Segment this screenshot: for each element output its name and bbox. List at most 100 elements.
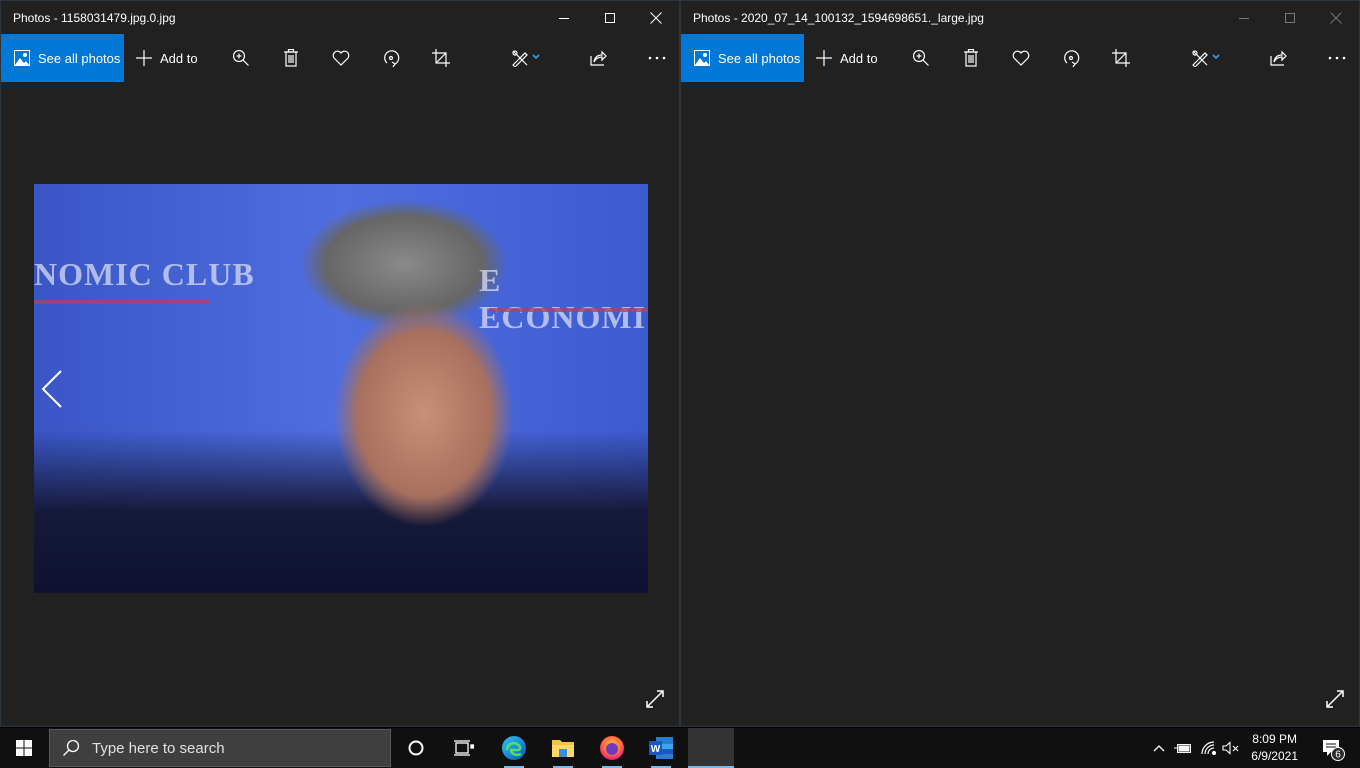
see-all-photos-label: See all photos (718, 50, 801, 66)
file-explorer-icon (552, 740, 574, 757)
backdrop-text: NOMIC CLUB (34, 256, 255, 292)
see-all-photos-label: See all photos (38, 50, 121, 66)
cortana-icon (408, 740, 424, 756)
edge-icon (502, 736, 526, 760)
minimize-button[interactable] (541, 1, 587, 34)
share-icon (1269, 49, 1287, 67)
zoom-button[interactable] (901, 34, 941, 82)
plus-icon (136, 50, 152, 66)
taskbar-app-edge[interactable] (494, 728, 534, 768)
taskbar-app-word[interactable]: W (641, 728, 681, 768)
clock[interactable]: 8:09 PM 6/9/2021 (1251, 731, 1298, 765)
photo-gallery-icon (14, 50, 30, 66)
task-view-icon (454, 740, 474, 756)
close-button[interactable] (1313, 1, 1359, 34)
taskbar-app-firefox[interactable] (592, 728, 632, 768)
photos-window-left: Photos - 1158031479.jpg.0.jpg See all pho… (0, 0, 680, 727)
wifi-icon (1201, 741, 1217, 755)
add-to-button[interactable]: Add to (816, 34, 878, 82)
add-to-button[interactable]: Add to (136, 34, 198, 82)
notification-icon: 6 (1323, 740, 1345, 761)
edit-and-create-button[interactable] (506, 34, 546, 82)
rotate-icon (1062, 49, 1080, 67)
favorite-button[interactable] (321, 34, 361, 82)
add-to-label: Add to (160, 50, 198, 66)
chevron-up-icon (1153, 745, 1165, 752)
crop-icon (432, 49, 450, 67)
see-all-photos-button[interactable]: See all photos (1, 34, 124, 82)
search-placeholder: Type here to search (92, 739, 225, 757)
share-icon (589, 49, 607, 67)
minimize-button[interactable] (1221, 1, 1267, 34)
crop-button[interactable] (421, 34, 461, 82)
heart-icon (332, 50, 350, 66)
maximize-button[interactable] (587, 1, 633, 34)
add-to-label: Add to (840, 50, 878, 66)
favorite-button[interactable] (1001, 34, 1041, 82)
maximize-icon (1285, 12, 1295, 23)
window-title: Photos - 2020_07_14_100132_1594698651._l… (693, 11, 984, 25)
more-icon (1328, 56, 1346, 60)
cortana-button[interactable] (396, 728, 436, 768)
volume-muted-icon (1222, 741, 1239, 755)
edit-create-icon (511, 49, 541, 67)
displayed-photo[interactable]: NOMIC CLUB E ECONOMI (34, 184, 648, 593)
zoom-in-icon (232, 49, 250, 67)
action-center-button[interactable]: 6 (1312, 728, 1352, 768)
previous-photo-button[interactable] (41, 369, 65, 414)
volume-button[interactable] (1220, 728, 1242, 768)
chevron-left-icon (41, 370, 62, 408)
clock-date: 6/9/2021 (1251, 749, 1298, 763)
expand-icon (646, 690, 664, 708)
more-button[interactable] (637, 34, 677, 82)
crop-button[interactable] (1101, 34, 1141, 82)
rotate-button[interactable] (1051, 34, 1091, 82)
rotate-button[interactable] (371, 34, 411, 82)
share-button[interactable] (578, 34, 618, 82)
close-icon (1330, 11, 1342, 24)
full-screen-button[interactable] (645, 689, 665, 714)
maximize-button[interactable] (1267, 1, 1313, 34)
see-all-photos-button[interactable]: See all photos (681, 34, 804, 82)
title-bar[interactable]: Photos - 1158031479.jpg.0.jpg (1, 1, 679, 34)
show-hidden-icons-button[interactable] (1148, 728, 1170, 768)
network-button[interactable] (1198, 728, 1220, 768)
zoom-button[interactable] (221, 34, 261, 82)
crop-icon (1112, 49, 1130, 67)
photos-window-right: Photos - 2020_07_14_100132_1594698651._l… (680, 0, 1360, 727)
battery-button[interactable] (1172, 728, 1194, 768)
zoom-in-icon (912, 49, 930, 67)
svg-text:W: W (651, 744, 661, 755)
delete-button[interactable] (271, 34, 311, 82)
clock-time: 8:09 PM (1252, 732, 1297, 746)
minimize-icon (559, 17, 569, 19)
taskbar-search-box[interactable]: Type here to search (49, 729, 391, 767)
word-icon: W (649, 737, 673, 759)
trash-icon (283, 49, 299, 67)
close-button[interactable] (633, 1, 679, 34)
full-screen-button[interactable] (1325, 689, 1345, 714)
edit-create-icon (1191, 49, 1221, 67)
share-button[interactable] (1258, 34, 1298, 82)
backdrop-line (34, 300, 209, 304)
photos-toolbar: See all photos Add to (681, 34, 1359, 82)
taskbar-app-file-explorer[interactable] (543, 728, 583, 768)
windows-logo-icon (16, 740, 32, 756)
firefox-icon (600, 736, 624, 760)
delete-button[interactable] (951, 34, 991, 82)
notification-count: 6 (1335, 750, 1341, 761)
start-button[interactable] (0, 728, 48, 768)
heart-icon (1012, 50, 1030, 66)
photos-toolbar: See all photos Add to (1, 34, 679, 82)
battery-icon (1174, 744, 1191, 753)
title-bar[interactable]: Photos - 2020_07_14_100132_1594698651._l… (681, 1, 1359, 34)
minimize-icon (1239, 17, 1249, 19)
plus-icon (816, 50, 832, 66)
expand-icon (1326, 690, 1344, 708)
rotate-icon (382, 49, 400, 67)
more-button[interactable] (1317, 34, 1357, 82)
maximize-icon (605, 12, 615, 23)
task-view-button[interactable] (444, 728, 484, 768)
edit-and-create-button[interactable] (1186, 34, 1226, 82)
taskbar-app-photos[interactable] (688, 728, 734, 768)
